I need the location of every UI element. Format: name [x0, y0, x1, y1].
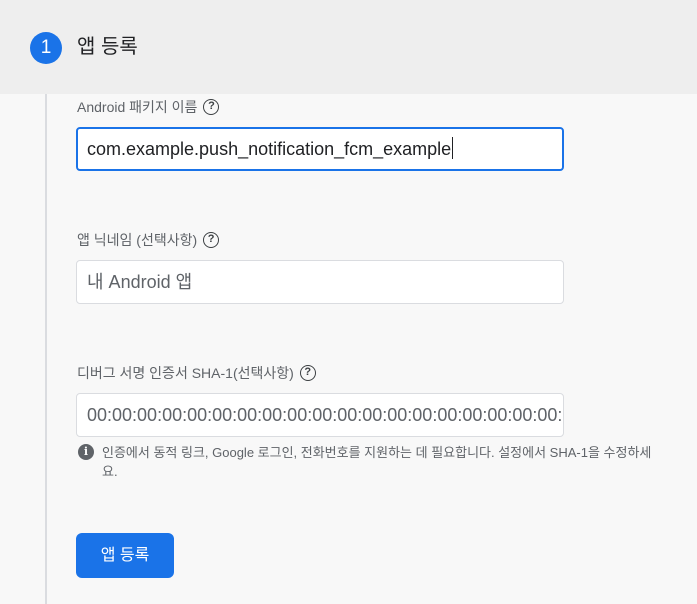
help-circle-icon[interactable]: ? — [203, 99, 220, 115]
step-connector-line — [45, 94, 47, 604]
help-circle-icon[interactable]: ? — [299, 365, 316, 381]
sha1-label: 디버그 서명 인증서 SHA-1(선택사항) ? — [77, 363, 316, 383]
package-name-label-text: Android 패키지 이름 — [77, 99, 198, 115]
package-name-value: com.example.push_notification_fcm_exampl… — [87, 139, 452, 159]
register-app-step: 1 앱 등록 Android 패키지 이름 ? com.example.push… — [0, 0, 697, 604]
nickname-placeholder: 내 Android 앱 — [87, 272, 193, 292]
sha1-input[interactable]: 00:00:00:00:00:00:00:00:00:00:00:00:00:0… — [76, 393, 564, 437]
nickname-label: 앱 닉네임 (선택사항) ? — [77, 230, 220, 250]
text-caret — [452, 137, 454, 159]
package-name-label: Android 패키지 이름 ? — [77, 97, 220, 117]
package-name-input[interactable]: com.example.push_notification_fcm_exampl… — [76, 127, 564, 171]
step-number-badge: 1 — [30, 32, 62, 64]
register-app-button[interactable]: 앱 등록 — [76, 533, 174, 578]
sha1-label-text: 디버그 서명 인증서 SHA-1(선택사항) — [77, 365, 294, 381]
nickname-input[interactable]: 내 Android 앱 — [76, 260, 564, 304]
sha1-placeholder: 00:00:00:00:00:00:00:00:00:00:00:00:00:0… — [87, 405, 564, 425]
step-title: 앱 등록 — [77, 36, 138, 58]
sha1-hint: i 인증에서 동적 링크, Google 로그인, 전화번호를 지원하는 데 필… — [78, 443, 658, 481]
sha1-hint-text: 인증에서 동적 링크, Google 로그인, 전화번호를 지원하는 데 필요합… — [102, 445, 652, 479]
step-header: 1 앱 등록 — [0, 0, 697, 94]
info-icon: i — [78, 444, 94, 460]
nickname-label-text: 앱 닉네임 (선택사항) — [77, 232, 198, 248]
help-circle-icon[interactable]: ? — [203, 232, 220, 248]
